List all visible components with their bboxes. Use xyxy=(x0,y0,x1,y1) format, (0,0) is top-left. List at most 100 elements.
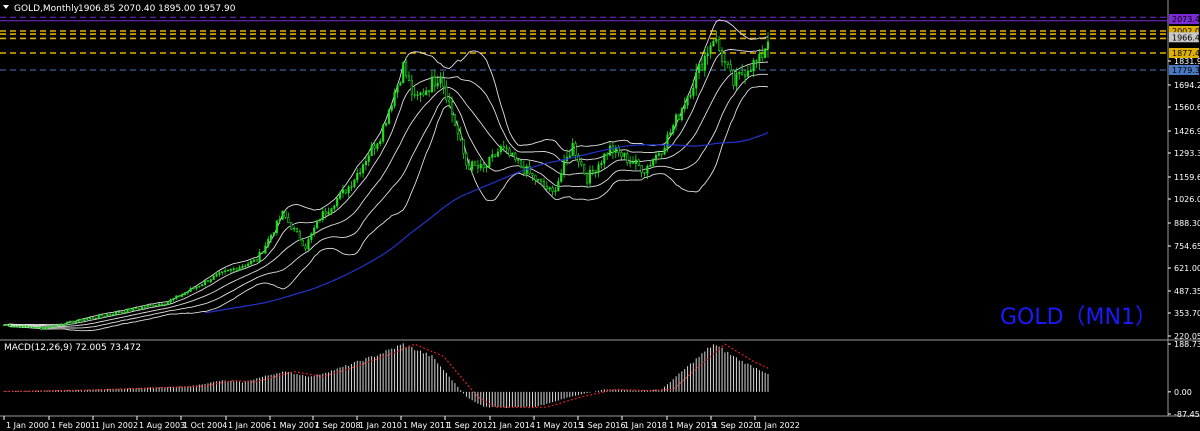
candle-body xyxy=(146,305,149,308)
candle-body xyxy=(2,324,6,326)
candle-body xyxy=(517,159,520,161)
candle-body xyxy=(476,164,479,169)
ohlc-values: 1906.85 2070.40 1895.00 1957.90 xyxy=(78,4,236,14)
candle-body xyxy=(25,325,29,328)
candle-body xyxy=(54,324,57,328)
x-tick-label: 1 Jan 2010 xyxy=(359,421,402,430)
candle-body xyxy=(600,162,603,166)
candle-body xyxy=(623,153,626,157)
candle-body xyxy=(453,114,457,126)
candle-body xyxy=(766,41,770,50)
candle-body xyxy=(43,327,46,330)
candle-body xyxy=(525,166,528,174)
candle-body xyxy=(692,87,695,96)
candle-body xyxy=(304,245,307,250)
price-badge-label: 2073.45 xyxy=(1172,15,1200,24)
y-tick-label: 1560.60 xyxy=(1174,103,1200,112)
candle-body xyxy=(313,227,316,235)
candle-body xyxy=(261,252,264,254)
macd-title: MACD(12,26,9) 72.005 73.472 xyxy=(4,343,141,353)
candle-body xyxy=(620,152,623,157)
candle-body xyxy=(729,64,732,71)
y-tick-label: 621.00 xyxy=(1174,264,1200,273)
candle-body xyxy=(416,94,419,96)
price-badge-label: 1877.43 xyxy=(1172,49,1200,58)
candle-body xyxy=(407,75,411,81)
candle-body xyxy=(545,185,548,190)
candle-body xyxy=(270,234,273,240)
candle-body xyxy=(278,219,281,221)
candle-body xyxy=(155,305,158,307)
candle-body xyxy=(376,143,379,149)
candle-body xyxy=(51,325,54,328)
candle-body xyxy=(646,166,649,174)
candle-body xyxy=(17,325,20,328)
candle-body xyxy=(370,145,373,157)
candle-body xyxy=(677,114,681,120)
candle-body xyxy=(465,153,468,166)
candle-body xyxy=(534,174,537,181)
candle-body xyxy=(324,211,327,215)
candle-body xyxy=(195,286,198,289)
candle-body xyxy=(390,105,393,111)
candle-body xyxy=(249,260,253,265)
candle-body xyxy=(189,288,192,292)
candle-body xyxy=(364,161,367,166)
candle-body xyxy=(396,84,399,93)
x-tick-label: 1 May 2007 xyxy=(272,421,319,430)
candle-body xyxy=(494,154,497,157)
y-tick-label: 353.70 xyxy=(1174,309,1200,318)
candle-body xyxy=(557,181,560,192)
candle-body xyxy=(206,280,210,283)
candle-body xyxy=(611,145,614,153)
chart-canvas: 220.05353.70487.35621.00754.65888.301026… xyxy=(0,0,1200,431)
candle-body xyxy=(215,274,218,277)
candle-body xyxy=(502,146,505,149)
candle-body xyxy=(112,314,115,316)
y-tick-label: 754.65 xyxy=(1174,242,1200,251)
candle-body xyxy=(430,76,434,93)
candle-body xyxy=(468,164,471,170)
candle-body xyxy=(485,166,488,169)
candle-body xyxy=(321,211,324,220)
candle-body xyxy=(712,41,715,47)
candle-body xyxy=(448,99,451,103)
candle-body xyxy=(718,39,721,51)
candle-body xyxy=(103,315,106,317)
candle-body xyxy=(425,90,428,96)
x-tick-label: 1 Aug 2003 xyxy=(139,421,185,430)
candle-body xyxy=(318,219,322,221)
y-tick-label: 1831.95 xyxy=(1174,57,1200,66)
candle-body xyxy=(393,92,396,106)
candle-body xyxy=(649,165,652,167)
candle-body xyxy=(117,311,120,313)
candle-body xyxy=(192,288,195,290)
candle-body xyxy=(551,187,554,192)
candle-body xyxy=(301,239,304,247)
x-tick-label: 1 Oct 2004 xyxy=(183,421,227,430)
candle-body xyxy=(180,294,184,297)
candle-body xyxy=(129,308,132,311)
candle-body xyxy=(23,325,26,328)
candle-body xyxy=(657,153,660,156)
candle-body xyxy=(160,303,164,306)
x-tick-label: 1 May 2019 xyxy=(669,421,716,430)
candle-body xyxy=(445,86,448,101)
candle-body xyxy=(172,298,175,301)
candle-body xyxy=(295,228,299,233)
candle-body xyxy=(666,134,669,149)
candle-body xyxy=(496,151,500,157)
candle-body xyxy=(761,53,764,58)
candle-body xyxy=(290,222,293,230)
candle-body xyxy=(686,96,689,106)
candle-body xyxy=(709,45,712,54)
candle-body xyxy=(755,60,758,62)
candle-body xyxy=(715,39,718,42)
price-badge-label: 1779.34 xyxy=(1172,66,1200,75)
candle-body xyxy=(700,63,704,71)
candle-body xyxy=(183,292,187,295)
candle-body xyxy=(488,157,491,167)
candle-body xyxy=(588,169,592,184)
candle-body xyxy=(382,124,385,142)
candle-body xyxy=(149,304,152,307)
